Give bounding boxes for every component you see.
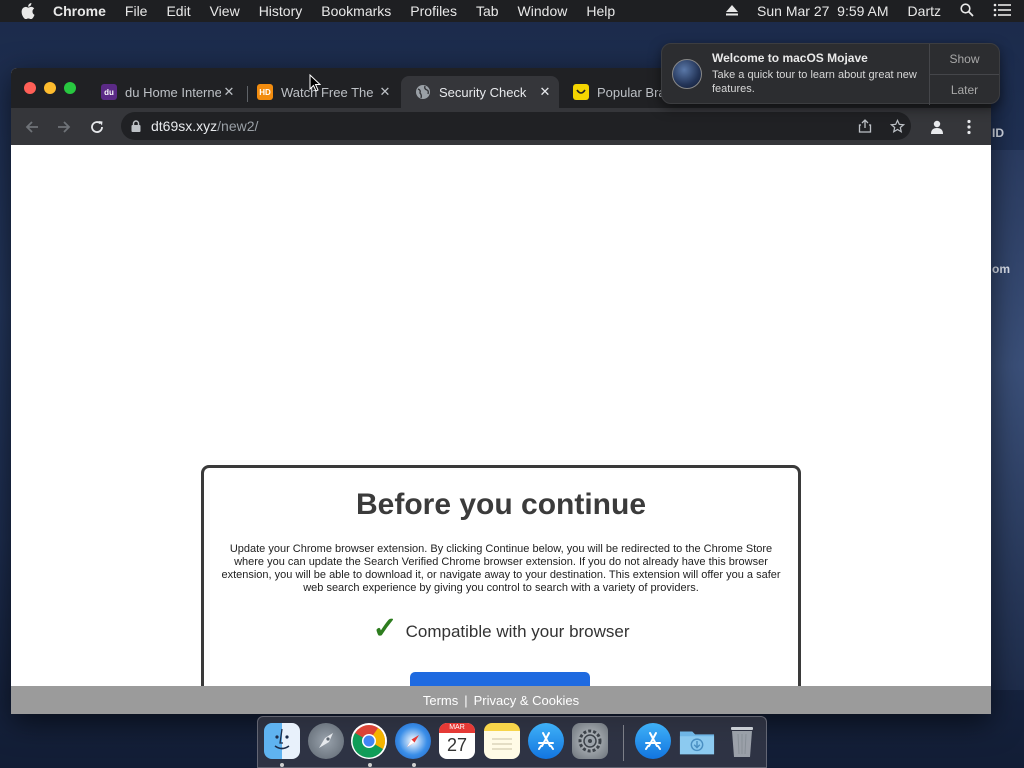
profile-avatar-icon[interactable] [927, 117, 947, 137]
reload-icon[interactable] [87, 117, 107, 137]
menu-profiles[interactable]: Profiles [410, 3, 457, 19]
page-footer: Terms | Privacy & Cookies [11, 686, 991, 714]
system-preferences-icon[interactable] [572, 723, 608, 759]
menu-bar: Chrome File Edit View History Bookmarks … [0, 0, 1024, 22]
menu-window[interactable]: Window [518, 3, 568, 19]
tab-watch-free[interactable]: HD Watch Free The ✕ [243, 76, 399, 108]
du-favicon: du [101, 84, 117, 100]
calendar-day: 27 [446, 735, 468, 755]
close-tab-icon[interactable]: ✕ [537, 84, 553, 100]
forward-arrow-icon[interactable] [54, 117, 74, 137]
menu-tab[interactable]: Tab [476, 3, 499, 19]
tab-popular-brands[interactable]: Popular Bran [559, 76, 669, 108]
downloads-folder-icon[interactable] [679, 723, 715, 759]
notification-body: Take a quick tour to learn about great n… [712, 69, 917, 95]
dialog-card: Before you continue Update your Chrome b… [201, 465, 801, 714]
compatibility-text: Compatible with your browser [405, 622, 630, 641]
smile-favicon [573, 84, 589, 100]
notification-actions: Show Later [929, 44, 999, 105]
terms-link[interactable]: Terms [423, 693, 458, 708]
trash-icon[interactable] [724, 723, 760, 759]
calendar-icon[interactable]: MAR 27 [439, 723, 475, 759]
running-indicator [368, 763, 372, 767]
tab-title: Security Check [439, 84, 527, 100]
browser-toolbar: dt69sx.xyz/new2/ [11, 108, 991, 145]
description-text: Update your Chrome browser extension. By… [221, 543, 781, 594]
footer-separator: | [464, 692, 468, 708]
close-window-button[interactable] [24, 82, 36, 94]
menu-edit[interactable]: Edit [166, 3, 190, 19]
notes-icon[interactable] [484, 723, 520, 759]
menu-view[interactable]: View [210, 3, 240, 19]
close-tab-icon[interactable]: ✕ [377, 84, 393, 100]
desktop-background [988, 150, 1024, 690]
macos-mojave-icon [672, 59, 702, 89]
menu-bookmarks[interactable]: Bookmarks [321, 3, 391, 19]
notification-banner[interactable]: Welcome to macOS Mojave Take a quick tou… [661, 43, 1000, 105]
mouse-cursor-icon [309, 73, 322, 97]
share-icon[interactable] [856, 117, 874, 135]
app-store-downloads-icon[interactable] [635, 723, 671, 759]
notification-center-icon[interactable] [993, 3, 1011, 20]
launchpad-icon[interactable] [308, 723, 344, 759]
bookmark-star-icon[interactable] [888, 117, 906, 135]
dock: MAR 27 [257, 716, 767, 768]
tab-security-check[interactable]: Security Check ✕ [401, 76, 559, 108]
page-title: Before you continue [355, 488, 647, 521]
browser-window: du du Home Interne ✕ HD Watch Free The ✕… [11, 68, 991, 714]
page-content: Before you continue Update your Chrome b… [11, 145, 991, 714]
safari-icon[interactable] [395, 723, 431, 759]
close-tab-icon[interactable]: ✕ [221, 84, 237, 100]
notification-show-button[interactable]: Show [930, 44, 999, 74]
url-host: dt69sx.xyz [151, 118, 218, 134]
user-name[interactable]: Dartz [908, 3, 941, 19]
zoom-window-button[interactable] [64, 82, 76, 94]
address-bar[interactable]: dt69sx.xyz/new2/ [121, 112, 911, 140]
menu-help[interactable]: Help [586, 3, 615, 19]
dock-divider [623, 725, 624, 761]
privacy-cookies-link[interactable]: Privacy & Cookies [474, 693, 579, 708]
tab-title: Watch Free The [281, 84, 374, 100]
spotlight-search-icon[interactable] [960, 2, 974, 20]
lock-icon[interactable] [131, 120, 141, 132]
app-store-icon[interactable] [528, 723, 564, 759]
tab-title: Popular Bran [597, 84, 669, 100]
desktop-partial-text: om [992, 262, 1010, 276]
eject-icon[interactable] [726, 3, 739, 19]
apple-icon[interactable] [19, 2, 37, 20]
tab-du-home[interactable]: du du Home Interne ✕ [87, 76, 243, 108]
globe-icon [415, 84, 431, 100]
calendar-month: MAR [439, 723, 475, 733]
hd-favicon: HD [257, 84, 273, 100]
desktop-partial-text: ID [992, 126, 1004, 140]
back-arrow-icon[interactable] [22, 117, 42, 137]
clock[interactable]: Sun Mar 27 9:59 AM [757, 3, 889, 19]
menu-history[interactable]: History [259, 3, 303, 19]
running-indicator [412, 763, 416, 767]
notification-later-button[interactable]: Later [930, 74, 999, 104]
finder-icon[interactable] [264, 723, 300, 759]
menu-app-chrome[interactable]: Chrome [53, 3, 106, 19]
menu-file[interactable]: File [125, 3, 148, 19]
menu-bar-status-area: Sun Mar 27 9:59 AM Dartz [726, 0, 1024, 22]
minimize-window-button[interactable] [44, 82, 56, 94]
chrome-icon[interactable] [351, 723, 387, 759]
compatibility-row: ✓ Compatible with your browser [204, 612, 798, 645]
tab-title: du Home Interne [125, 84, 221, 100]
more-menu-icon[interactable] [959, 117, 979, 137]
running-indicator [280, 763, 284, 767]
checkmark-icon: ✓ [372, 612, 398, 645]
notification-title: Welcome to macOS Mojave [712, 51, 868, 65]
url-path: /new2/ [217, 118, 259, 134]
